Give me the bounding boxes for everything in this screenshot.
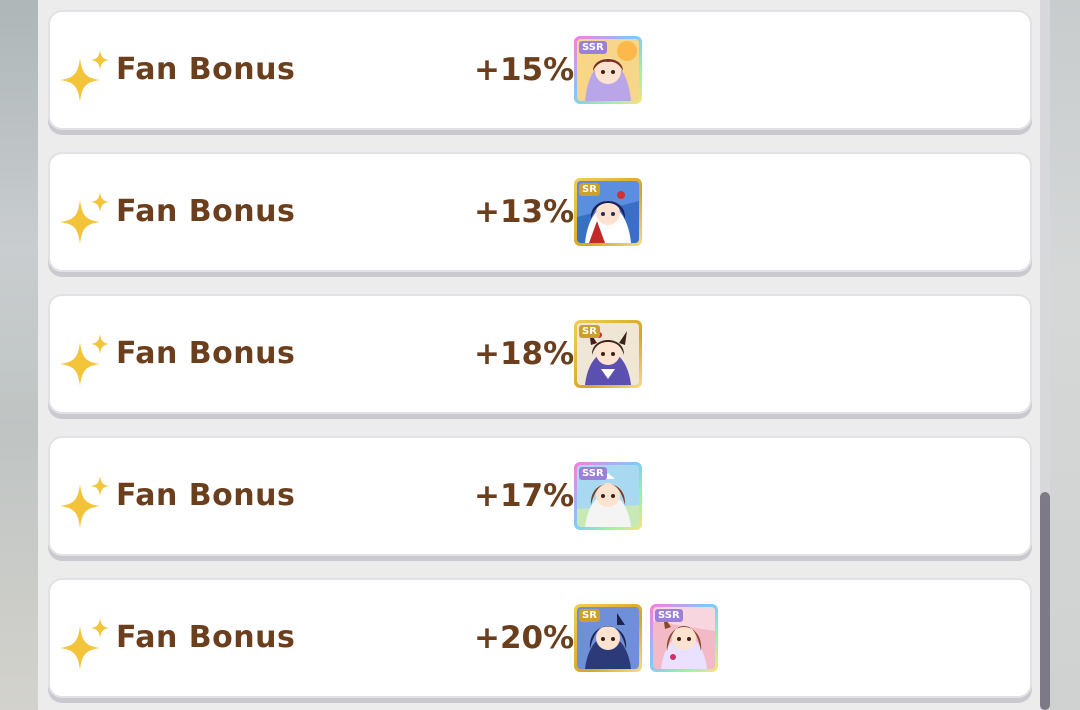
rarity-badge: SR xyxy=(579,325,600,338)
bonus-row: Fan Bonus +18% SR xyxy=(48,294,1032,414)
bonus-value: +18% xyxy=(474,336,575,372)
support-card[interactable]: SR xyxy=(574,178,642,246)
bonus-label: Fan Bonus xyxy=(116,194,296,229)
rarity-badge: SSR xyxy=(579,41,607,54)
bonus-label: Fan Bonus xyxy=(116,336,296,371)
rarity-badge: SR xyxy=(579,609,600,622)
sparkle-icon xyxy=(60,618,109,670)
bonus-row: Fan Bonus +17% SSR xyxy=(48,436,1032,556)
support-card[interactable]: SSR xyxy=(650,604,718,672)
bonus-value: +17% xyxy=(474,478,575,514)
support-card[interactable]: SR xyxy=(574,320,642,388)
bonus-row: Fan Bonus +20% SR SSR xyxy=(48,578,1032,698)
bonus-value: +15% xyxy=(474,52,575,88)
sparkle-icon xyxy=(60,50,109,102)
sparkle-icon xyxy=(60,334,109,386)
support-card[interactable]: SSR xyxy=(574,462,642,530)
bonus-list: Fan Bonus +15% SSR Fan Bonus +13% SR Fan… xyxy=(48,10,1032,710)
bonus-value: +13% xyxy=(474,194,575,230)
bonus-label: Fan Bonus xyxy=(116,620,296,655)
background-left xyxy=(0,0,40,710)
rarity-badge: SSR xyxy=(655,609,683,622)
sparkle-icon xyxy=(60,192,109,244)
bonus-label: Fan Bonus xyxy=(116,478,296,513)
rarity-badge: SSR xyxy=(579,467,607,480)
support-card[interactable]: SR xyxy=(574,604,642,672)
rarity-badge: SR xyxy=(579,183,600,196)
bonus-value: +20% xyxy=(474,620,575,656)
bonus-row: Fan Bonus +13% SR xyxy=(48,152,1032,272)
bonus-label: Fan Bonus xyxy=(116,52,296,87)
scrollbar-thumb[interactable] xyxy=(1040,492,1050,710)
bonus-row: Fan Bonus +15% SSR xyxy=(48,10,1032,130)
sparkle-icon xyxy=(60,476,109,528)
support-card[interactable]: SSR xyxy=(574,36,642,104)
